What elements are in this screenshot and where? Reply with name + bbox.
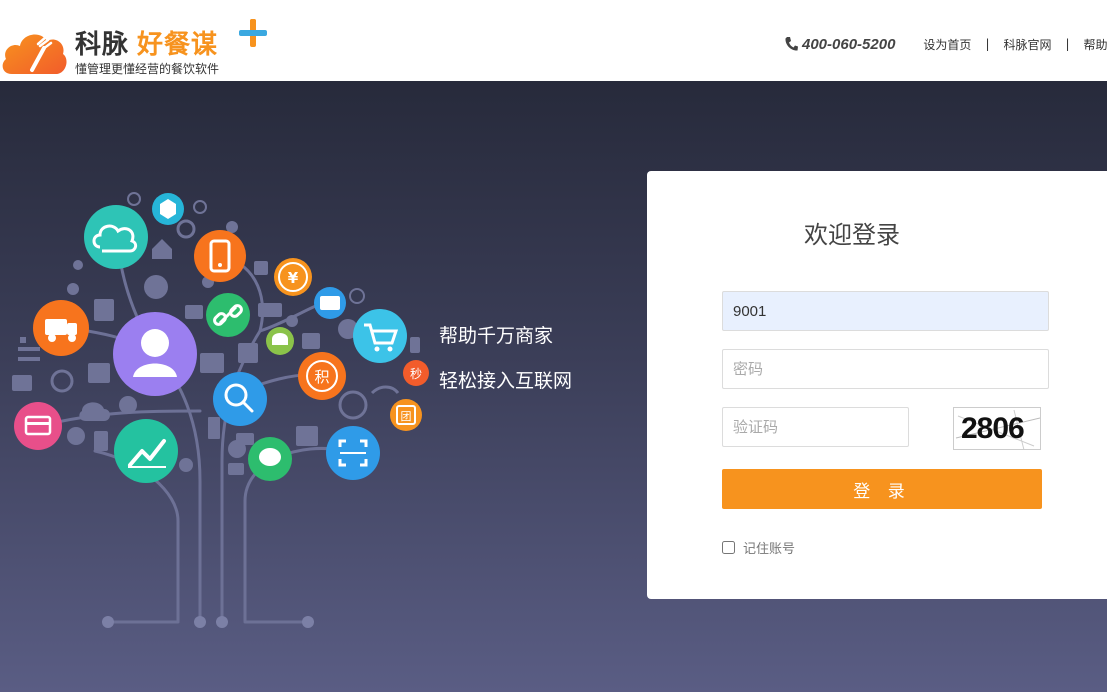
captcha-input[interactable] [722,407,909,447]
points-icon: 积 [298,352,346,400]
remember-account: 记住账号 [722,538,795,557]
group-buy-icon: 团 [390,399,422,431]
user-icon [113,312,197,396]
captcha-code: 2806 [961,412,1025,445]
official-site-link[interactable]: 科脉官网 [1003,36,1051,53]
slogan: 懂管理更懂经营的餐饮软件 [75,62,220,76]
login-button[interactable]: 登 录 [722,469,1042,509]
nav-separator: | [1065,37,1070,51]
chart-icon [114,419,178,483]
captcha-image[interactable]: 2806 [953,407,1041,450]
remember-label[interactable]: 记住账号 [743,538,795,557]
hero-banner: ¥ 积 秒 团 帮助千万商家 轻松接入互联网 欢迎登录 9001 验证码 280… [0,81,1107,692]
flash-sale-badge-text: 秒 [410,367,422,381]
yen-icon: ¥ [274,258,312,296]
logo[interactable]: 科脉 好餐谋 懂管理更懂经营的餐饮软件 [0,14,280,78]
cloud-icon [84,205,148,269]
truck-icon [33,300,89,356]
header-nav: 400-060-5200 设为首页 | 科脉官网 | 帮助 [784,34,1107,54]
remember-checkbox[interactable] [722,541,735,554]
search-icon [213,372,267,426]
wechat-icon [248,437,292,481]
hotline-number: 400-060-5200 [802,35,896,53]
help-link[interactable]: 帮助 [1084,36,1107,53]
brand-main-text: 科脉 [75,30,130,60]
scan-icon [326,426,380,480]
flash-sale-icon: 秒 [403,360,429,386]
cloud-fork-logo-icon [2,34,67,74]
group-buy-badge-text: 团 [401,410,412,423]
cube-icon [152,193,184,225]
brand-name: 科脉 好餐谋 [75,24,218,61]
android-icon [266,327,294,355]
tagline-line-1: 帮助千万商家 [439,325,554,347]
login-title-text: 欢迎登录 [804,221,900,249]
phone-icon [785,37,798,51]
cart-icon [353,309,407,363]
login-title: 欢迎登录 [647,215,1107,250]
yen-badge-text: ¥ [288,269,299,287]
set-homepage-link[interactable]: 设为首页 [923,36,971,53]
site-header: 科脉 好餐谋 懂管理更懂经营的餐饮软件 400-060-5200 设为首页 | 科… [0,0,1107,81]
link-icon [206,293,250,337]
ticket-icon [314,287,346,319]
plus-icon [239,19,267,47]
username-input[interactable] [722,291,1049,331]
brand-accent-text: 好餐谋 [137,30,219,60]
login-card: 欢迎登录 2806 登 录 记住账号 [647,171,1107,599]
phone-device-icon [194,230,246,282]
card-icon [14,402,62,450]
nav-separator: | [985,37,990,51]
password-input[interactable] [722,349,1049,389]
points-badge-text: 积 [314,368,329,386]
tagline-line-2: 轻松接入互联网 [439,370,573,392]
